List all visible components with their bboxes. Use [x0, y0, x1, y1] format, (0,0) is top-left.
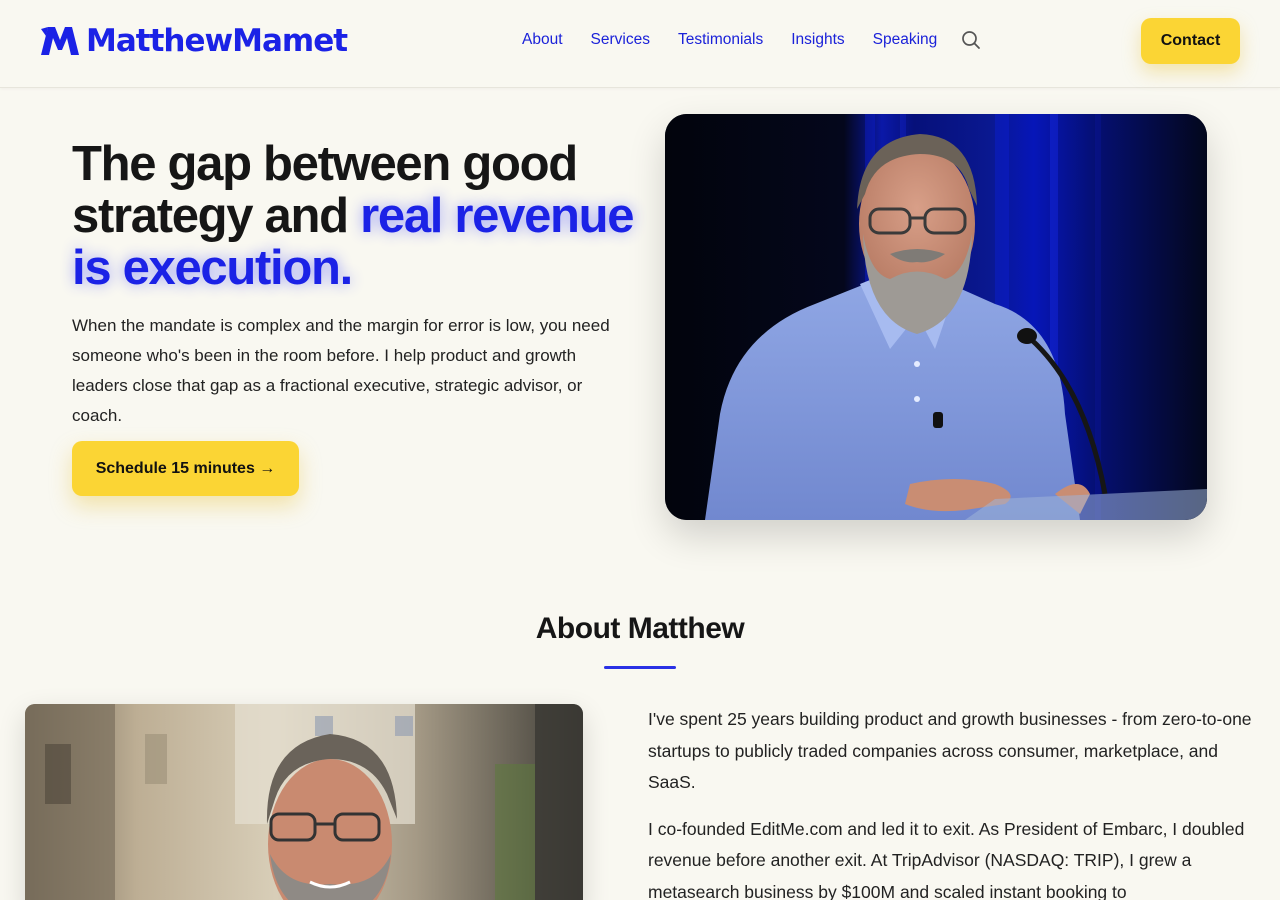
contact-button[interactable]: Contact — [1141, 18, 1240, 64]
nav-services[interactable]: Services — [591, 31, 650, 49]
hero-body: When the mandate is complex and the marg… — [72, 316, 610, 425]
logo-m-icon — [41, 27, 79, 55]
about-divider — [604, 666, 676, 669]
hero-speaker-photo — [665, 114, 1207, 520]
nav-speaking[interactable]: Speaking — [873, 31, 938, 49]
nav-about[interactable]: About — [522, 31, 563, 49]
search-icon[interactable] — [961, 30, 981, 50]
main-nav: About Services Testimonials Insights Spe… — [522, 30, 981, 50]
hero-title: The gap between good strategy and real r… — [72, 138, 642, 294]
about-paragraph: I've spent 25 years building product and… — [648, 709, 1252, 792]
about-title: About Matthew — [535, 612, 745, 645]
about-paragraph: I co-founded EditMe.com and led it to ex… — [648, 818, 1245, 900]
schedule-button[interactable]: Schedule 15 minutes → — [72, 441, 299, 496]
about-text: I've spent 25 years building product and… — [648, 704, 1253, 900]
nav-testimonials[interactable]: Testimonials — [678, 31, 763, 49]
nav-insights[interactable]: Insights — [791, 31, 844, 49]
brand-logo[interactable]: MatthewMamet — [40, 22, 348, 60]
brand-name: MatthewMamet — [86, 23, 348, 59]
site-header: MatthewMamet About Services Testimonials… — [0, 0, 1280, 88]
about-portrait-photo — [25, 704, 583, 900]
